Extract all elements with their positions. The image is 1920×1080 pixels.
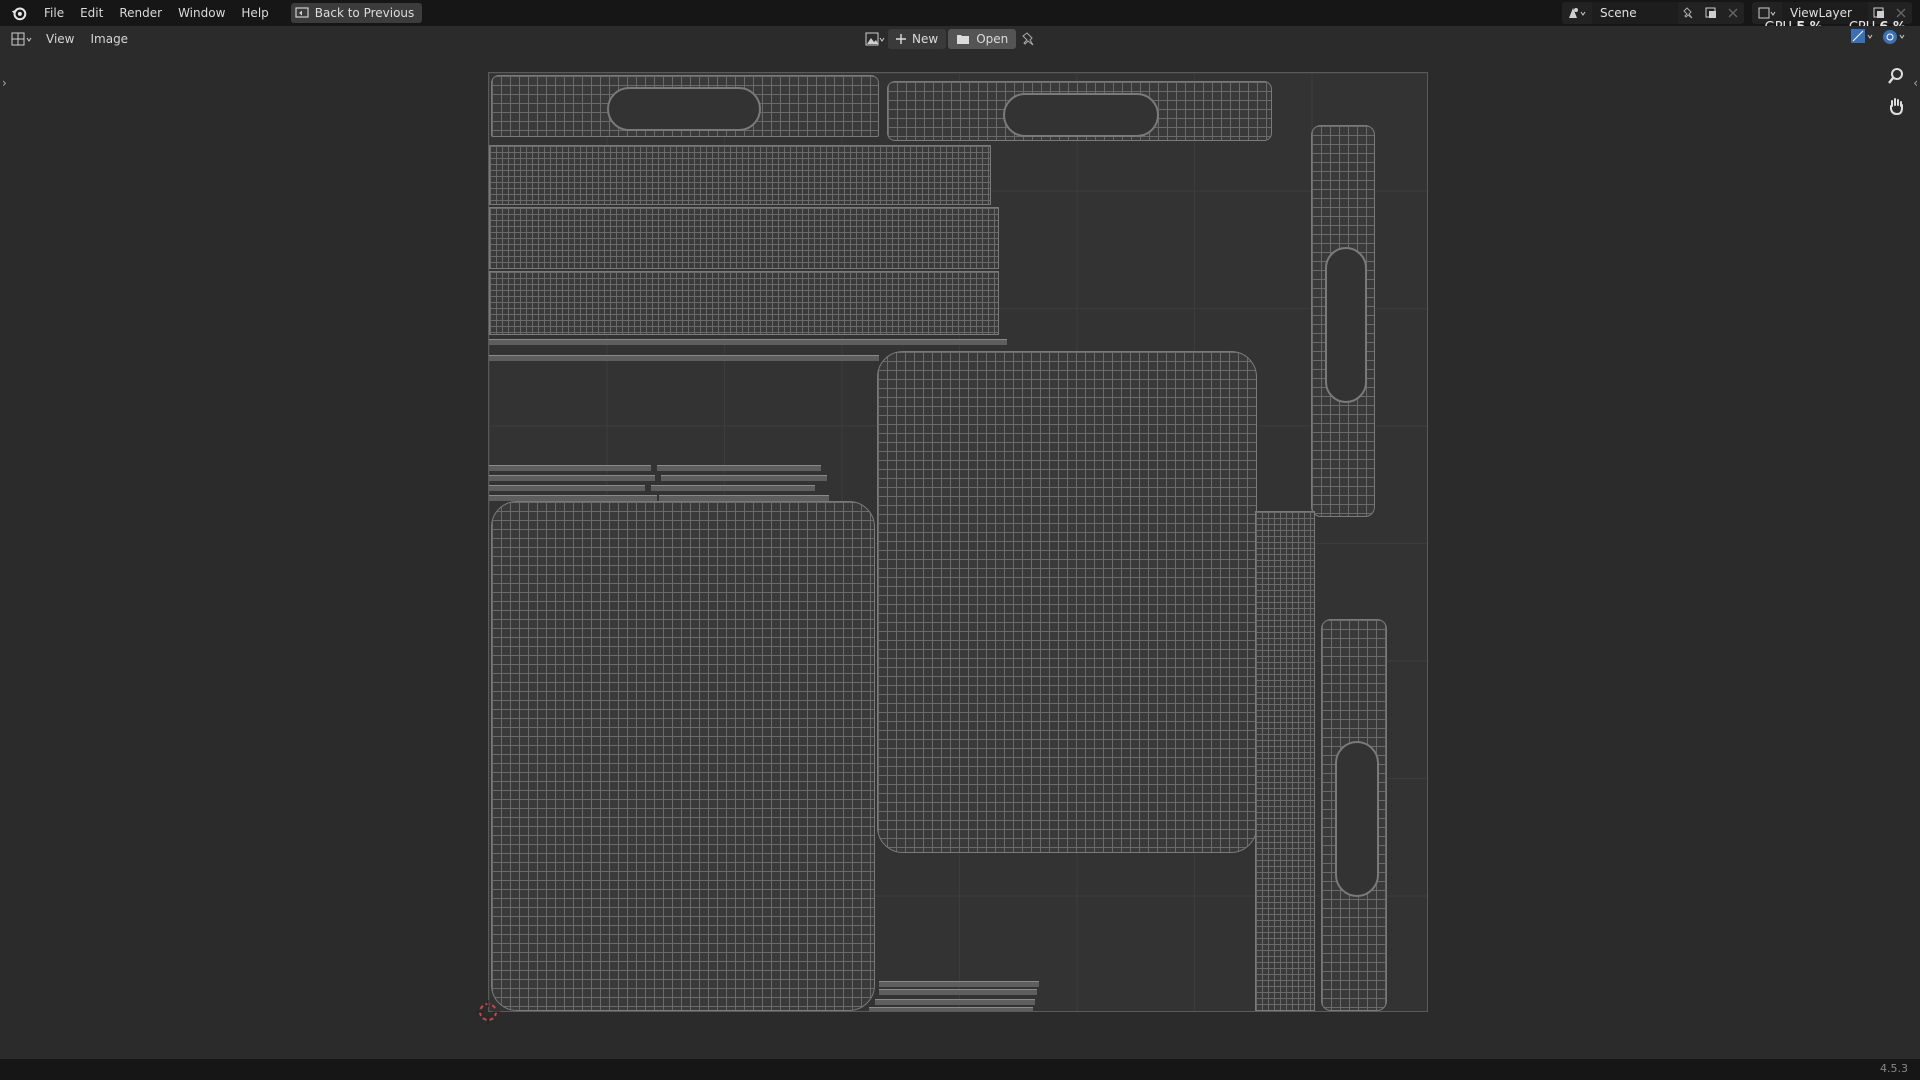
uv-strip [489,339,1007,345]
scene-name-field[interactable]: Scene [1592,2,1678,24]
back-icon [295,7,309,18]
pin-image-button[interactable] [1018,29,1040,49]
blender-logo-icon[interactable] [10,4,28,22]
folder-icon [957,35,970,44]
uv-island [489,271,999,335]
uv-strip [651,485,815,491]
uv-island-hole [1325,247,1367,403]
header-right-tools [1850,28,1908,46]
uv-island-hole [607,87,761,131]
gizmo-toggle-icon[interactable] [1882,28,1908,46]
menu-help[interactable]: Help [233,2,276,24]
uv-strip [879,989,1037,995]
top-bar: File Edit Render Window Help Back to Pre… [0,0,1920,26]
uv-strip [869,1007,1033,1011]
uv-strip [879,981,1039,987]
menu-window[interactable]: Window [170,2,233,24]
uv-island-hole [1003,93,1159,137]
uv-island-hole [1335,741,1379,897]
status-bar: 4.5.3 [0,1059,1920,1080]
uv-strip [875,999,1035,1005]
image-icon [865,32,885,46]
menu-render[interactable]: Render [111,2,170,24]
uv-strip [489,465,651,471]
uv-island [491,501,875,1011]
uv-island [489,145,991,205]
menu-image[interactable]: Image [82,32,136,46]
image-editor-icon [11,32,32,46]
uv-strip [489,355,879,361]
toolbar-expand-icon[interactable]: › [2,76,7,90]
uv-cursor-icon[interactable] [476,1000,500,1024]
uv-island [1255,511,1315,1011]
uv-strip [489,475,655,481]
sidebar-expand-icon[interactable]: ‹ [1913,76,1918,90]
image-browse-button[interactable] [864,29,886,49]
new-image-button[interactable]: New [888,29,947,49]
version-label: 4.5.3 [1880,1062,1908,1075]
zoom-gizmo[interactable] [1884,64,1908,88]
menu-file[interactable]: File [36,2,72,24]
pan-gizmo[interactable] [1884,94,1908,118]
uv-island [489,207,999,269]
menu-edit[interactable]: Edit [72,2,111,24]
new-label: New [912,32,939,46]
uv-strip [661,475,827,481]
plus-icon [896,34,906,44]
back-to-previous-button[interactable]: Back to Previous [290,3,423,23]
uv-strip [489,485,645,491]
editor-type-selector[interactable] [10,29,38,49]
close-icon[interactable] [1722,2,1744,24]
open-label: Open [976,32,1009,46]
uv-sync-icon[interactable] [1850,28,1876,46]
image-datablock-controls: New Open [864,29,1040,49]
uv-editor-canvas[interactable] [488,72,1428,1012]
pin-icon [1022,32,1034,46]
uv-island [877,351,1257,853]
scene-selector[interactable]: Scene [1562,2,1744,24]
menu-view[interactable]: View [38,32,82,46]
hand-icon [1890,98,1903,115]
uv-strip [657,465,821,471]
pin-icon[interactable] [1678,2,1700,24]
open-image-button[interactable]: Open [948,29,1017,49]
duplicate-icon[interactable] [1700,2,1722,24]
back-to-previous-label: Back to Previous [314,6,415,20]
scene-icon[interactable] [1562,2,1592,24]
zoom-icon [1888,68,1903,84]
